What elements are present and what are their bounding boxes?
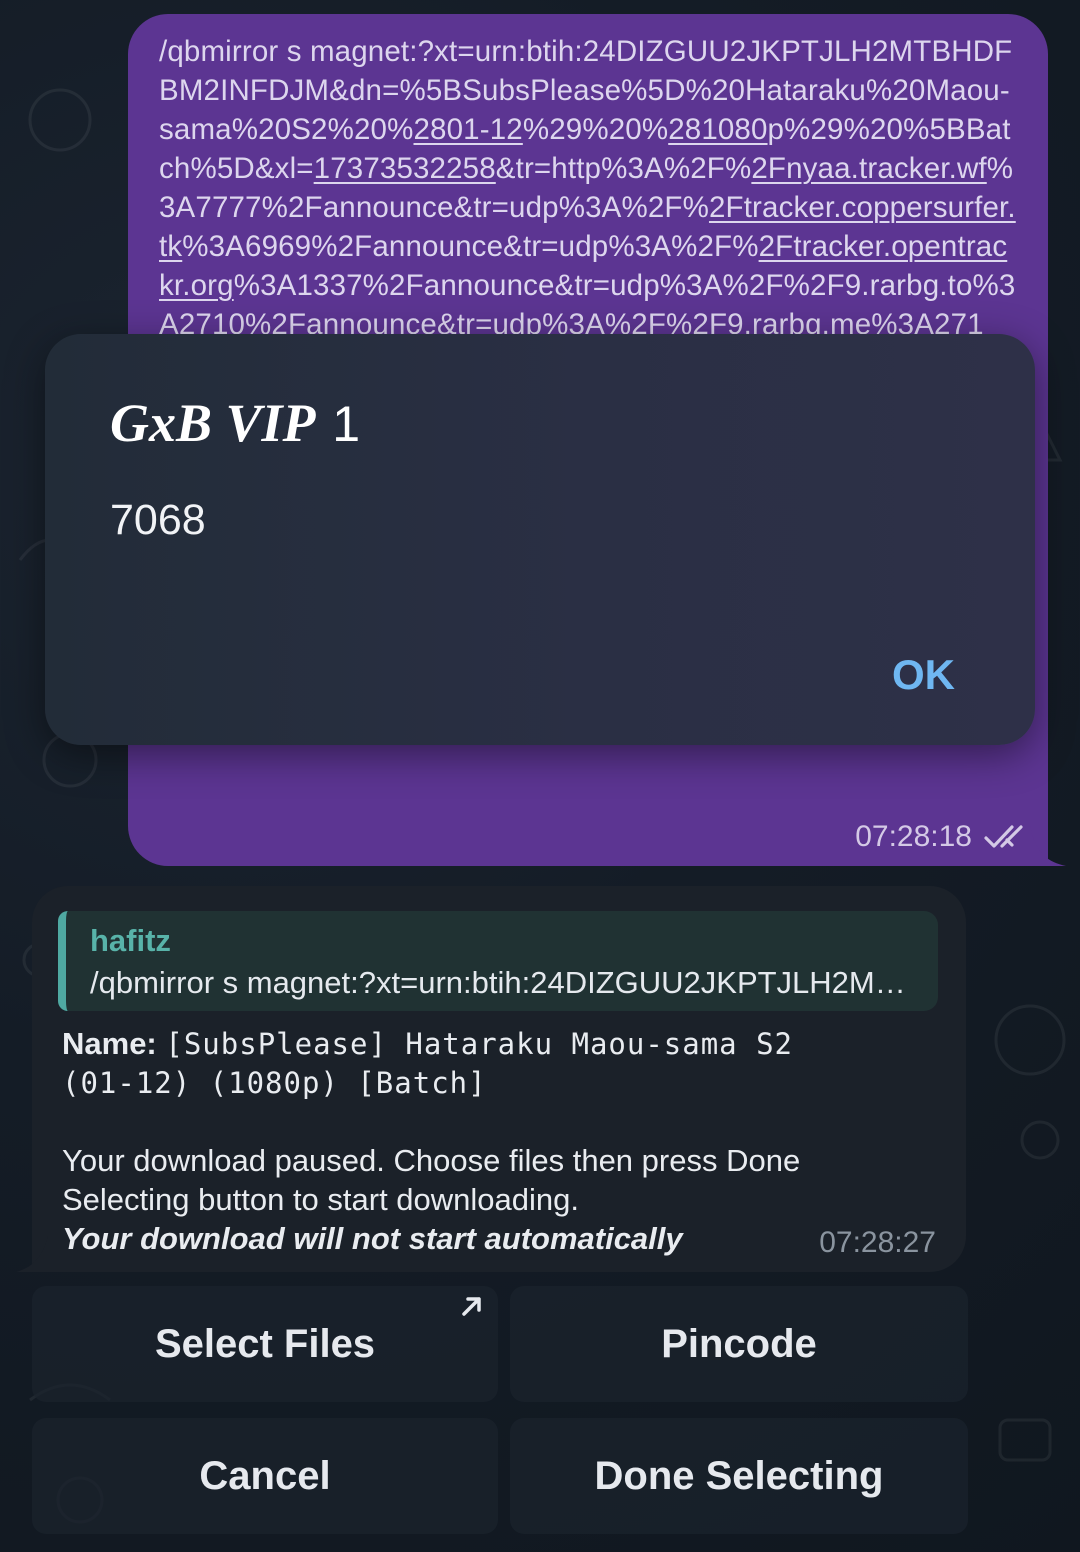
select-files-button[interactable]: Select Files: [32, 1286, 498, 1402]
chat-screen: /qbmirror s magnet:?xt=urn:btih:24DIZGUU…: [0, 0, 1080, 1552]
incoming-message-bubble[interactable]: hafitz /qbmirror s magnet:?xt=urn:btih:2…: [32, 886, 966, 1272]
reply-author: hafitz: [90, 923, 171, 958]
torrent-name-line: Name: [SubsPlease] Hataraku Maou-sama S2: [62, 1024, 942, 1064]
reply-preview[interactable]: hafitz /qbmirror s magnet:?xt=urn:btih:2…: [58, 911, 938, 1011]
reply-text: /qbmirror s magnet:?xt=urn:btih:24DIZGUU…: [90, 965, 920, 1000]
cancel-button[interactable]: Cancel: [32, 1418, 498, 1534]
paused-line-1: Your download paused. Choose files then …: [62, 1143, 801, 1178]
message-link[interactable]: 2801-12: [414, 113, 523, 146]
message-text-segment: %3A6969%2Fannounce&tr=udp%3A%2F%: [182, 230, 759, 263]
done-selecting-label: Done Selecting: [594, 1453, 884, 1498]
torrent-name-part2: (01-12) (1080p) [Batch]: [62, 1066, 487, 1100]
pincode-button[interactable]: Pincode: [510, 1286, 968, 1402]
select-files-label: Select Files: [154, 1321, 376, 1366]
message-link[interactable]: 2Fnyaa.tracker.wf: [751, 152, 986, 185]
dialog-ok-button[interactable]: OK: [892, 651, 955, 699]
dialog-title-name: GxB VIP: [110, 393, 316, 453]
paused-line-2: Selecting button to start downloading.: [62, 1182, 580, 1217]
cancel-label: Cancel: [199, 1453, 331, 1498]
name-label: Name:: [62, 1026, 157, 1061]
incoming-message-text: Name: [SubsPlease] Hataraku Maou-sama S2…: [62, 1024, 942, 1258]
open-link-arrow-icon: [462, 1297, 481, 1316]
double-check-icon: [984, 825, 1023, 848]
warning-text: Your download will not start automatical…: [62, 1221, 683, 1256]
message-link[interactable]: 281080: [668, 113, 767, 146]
message-link[interactable]: 17373532258: [314, 152, 496, 185]
dialog-title-number: 1: [332, 396, 361, 452]
done-selecting-button[interactable]: Done Selecting: [510, 1418, 968, 1534]
dialog-title: GxB VIP 1: [110, 392, 360, 454]
message-text-segment: &tr=http%3A%2F%: [495, 152, 752, 185]
alert-dialog: GxB VIP 1 7068 OK: [45, 334, 1035, 745]
dialog-message: 7068: [110, 496, 206, 544]
outgoing-message-meta: 07:28:18: [855, 820, 1030, 854]
outgoing-message-time: 07:28:18: [855, 820, 972, 853]
torrent-name-part1: [SubsPlease] Hataraku Maou-sama S2: [165, 1027, 794, 1061]
pincode-label: Pincode: [661, 1321, 817, 1366]
incoming-message-time: 07:28:27: [819, 1226, 936, 1259]
message-text-segment: %29%20%: [522, 113, 669, 146]
